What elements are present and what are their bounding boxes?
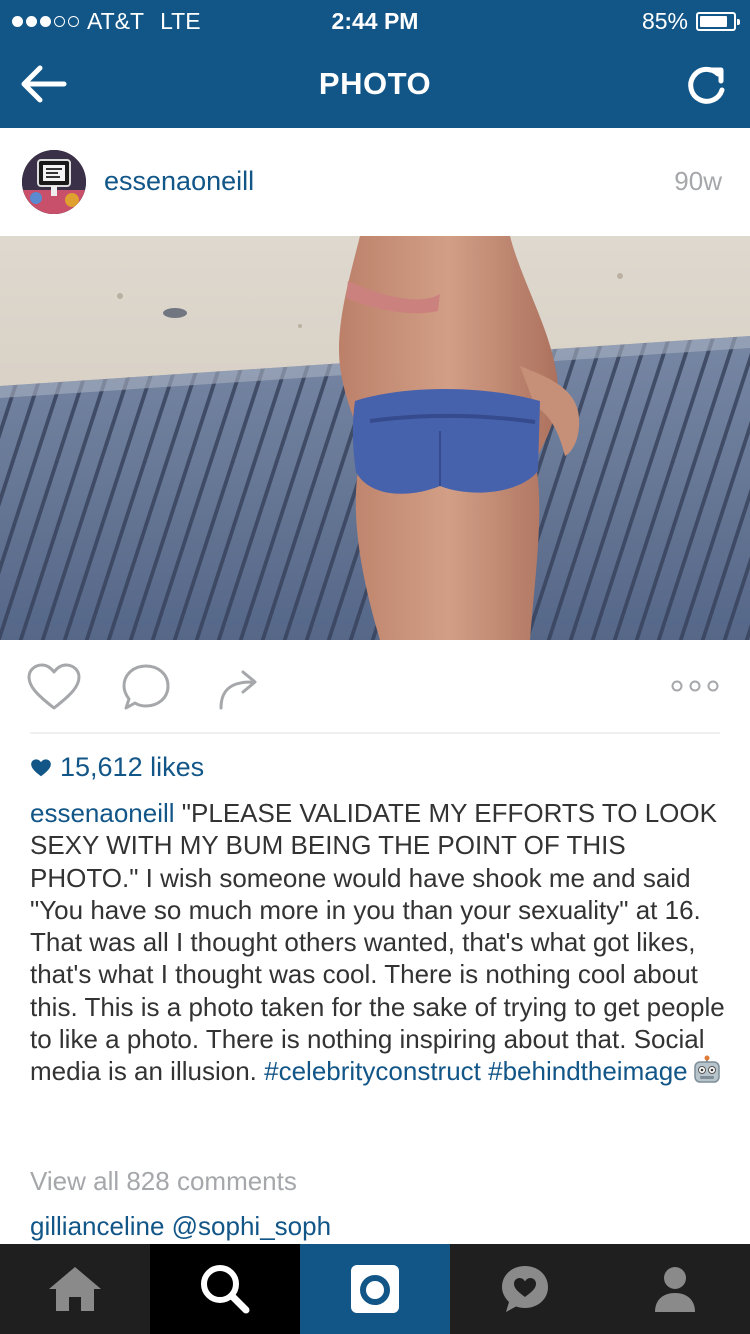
post-caption: essenaoneill "PLEASE VALIDATE MY EFFORTS… xyxy=(30,797,730,1088)
robot-face-emoji-icon xyxy=(693,1055,720,1084)
post-actions xyxy=(0,640,750,734)
post-header: essenaoneill 90w xyxy=(0,128,750,236)
search-icon xyxy=(201,1265,250,1314)
refresh-button[interactable] xyxy=(680,60,732,112)
tab-home[interactable] xyxy=(0,1244,150,1334)
post-time-ago: 90w xyxy=(674,166,722,196)
comment-bubble-icon xyxy=(122,664,170,710)
comment-button[interactable] xyxy=(120,662,172,719)
profile-icon xyxy=(655,1267,695,1312)
nav-bar: PHOTO xyxy=(0,40,750,128)
tab-search[interactable] xyxy=(150,1244,300,1334)
post-username[interactable]: essenaoneill xyxy=(104,166,254,197)
divider xyxy=(30,732,720,734)
caption-username[interactable]: essenaoneill xyxy=(30,798,175,828)
comment-item: gillianceline @sophi_soph xyxy=(30,1211,331,1242)
view-all-comments-link[interactable]: View all 828 comments xyxy=(30,1166,297,1197)
comment-mention[interactable]: @sophi_soph xyxy=(172,1211,331,1241)
likes-label: 15,612 likes xyxy=(60,752,205,782)
heart-icon xyxy=(27,663,81,710)
hashtag-celebrityconstruct[interactable]: #celebrityconstruct xyxy=(264,1056,481,1086)
home-icon xyxy=(49,1267,101,1311)
battery-icon xyxy=(696,12,740,31)
post-photo[interactable] xyxy=(0,236,750,640)
caption-text: "PLEASE VALIDATE MY EFFORTS TO LOOK SEXY… xyxy=(30,798,725,1087)
more-dots-icon xyxy=(671,680,719,692)
likes-count[interactable]: 15,612 likes xyxy=(30,752,204,783)
avatar[interactable] xyxy=(22,150,86,214)
page-title: PHOTO xyxy=(318,66,432,101)
camera-icon xyxy=(351,1265,399,1313)
filled-heart-icon xyxy=(31,758,51,776)
battery-percent: 85% xyxy=(641,8,688,34)
tab-profile[interactable] xyxy=(600,1244,750,1334)
share-button[interactable] xyxy=(215,662,265,717)
tab-activity[interactable] xyxy=(450,1244,600,1334)
comment-username[interactable]: gillianceline xyxy=(30,1211,164,1241)
share-arrow-icon xyxy=(219,670,257,710)
more-options-button[interactable] xyxy=(670,678,720,699)
hashtag-behindtheimage[interactable]: #behindtheimage xyxy=(488,1056,688,1086)
status-bar: AT&T LTE 2:44 PM 85% xyxy=(0,0,750,40)
bottom-tab-bar xyxy=(0,1244,750,1334)
clock: 2:44 PM xyxy=(331,8,419,34)
activity-icon xyxy=(502,1266,548,1312)
refresh-icon xyxy=(688,66,725,104)
top-bar: AT&T LTE 2:44 PM 85% PHOTO xyxy=(0,0,750,128)
tab-camera[interactable] xyxy=(300,1244,450,1334)
like-button[interactable] xyxy=(26,662,82,717)
